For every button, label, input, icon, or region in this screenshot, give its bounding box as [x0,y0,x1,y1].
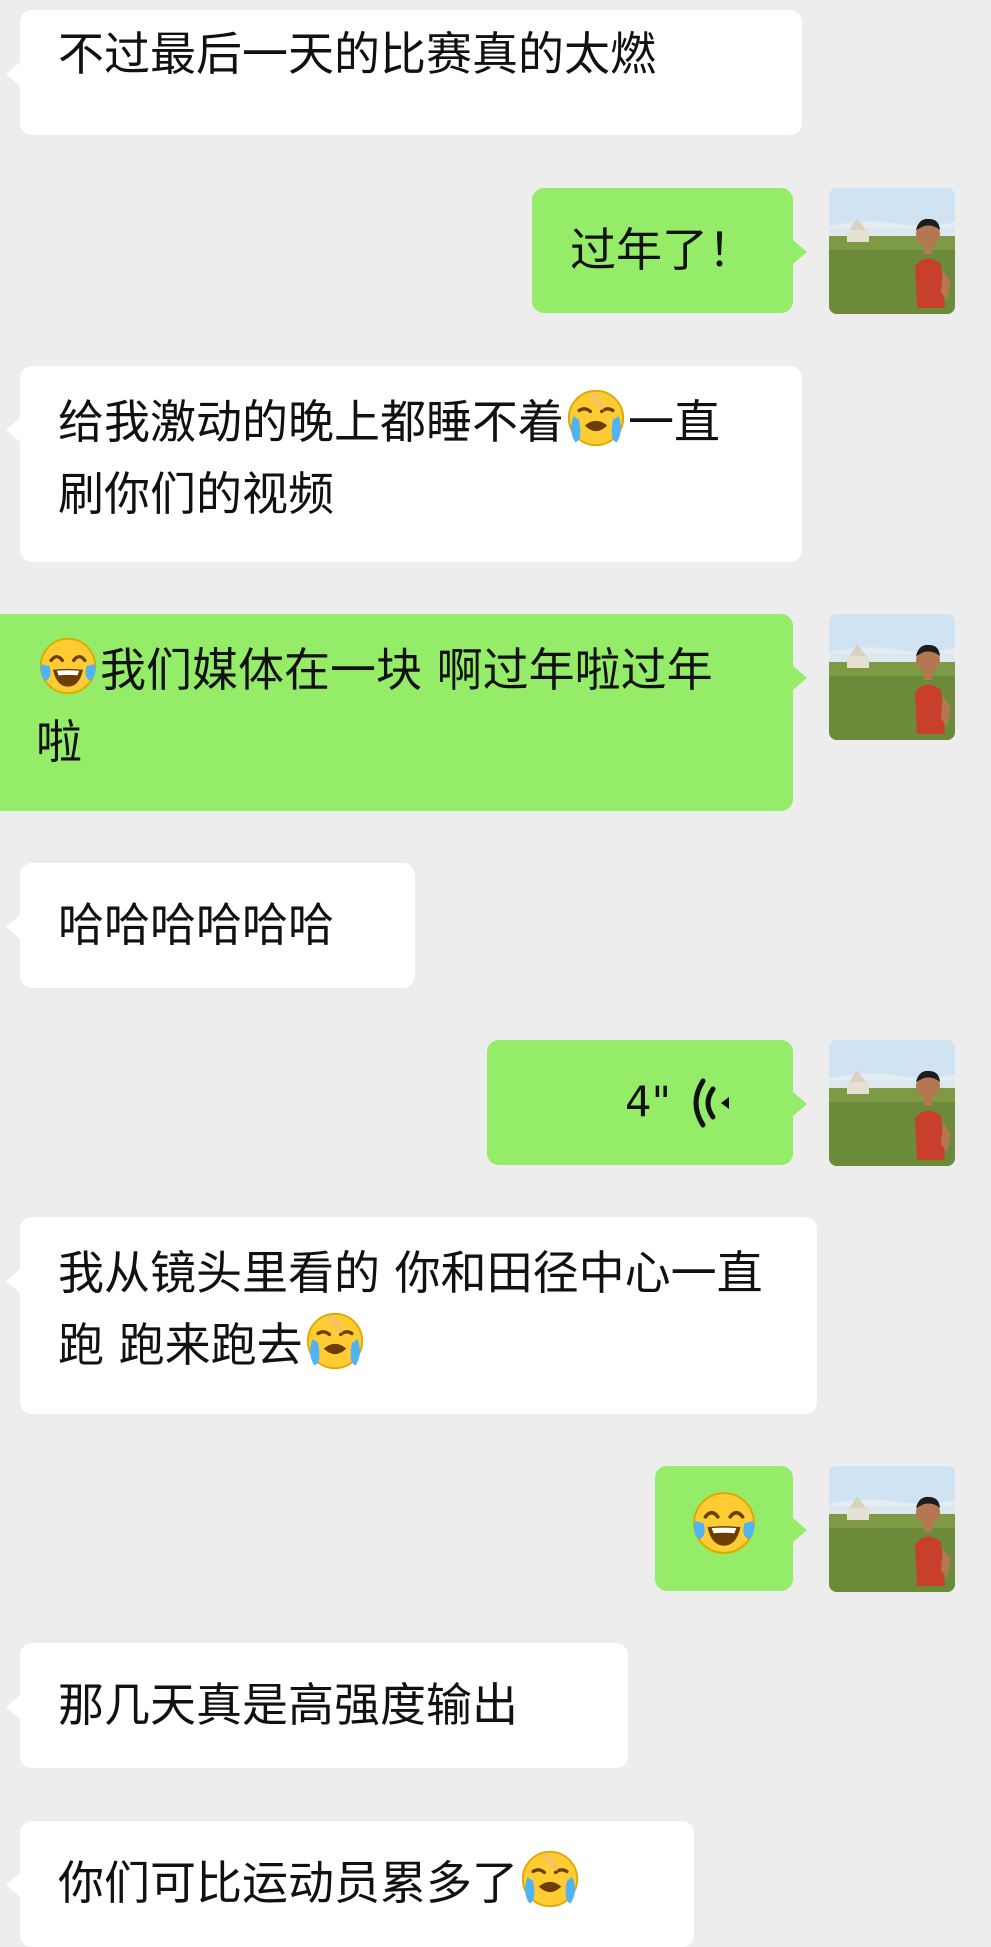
message-text: 你们可比运动员累多了 [58,1856,518,1910]
message-text: 过年了！ [570,223,754,277]
avatar[interactable] [829,614,955,740]
voice-message-bubble[interactable]: 4" [487,1040,807,1165]
avatar-photo-icon [829,188,955,314]
incoming-message-bubble[interactable]: 哈哈哈哈哈哈 [6,863,415,988]
message-text: 我从镜头里看的 你和田径中心一直跑 跑来跑去 [58,1246,763,1372]
loudly-crying-face-icon [566,388,626,448]
incoming-message-bubble[interactable]: 那几天真是高强度输出 [6,1643,628,1768]
message-text: 我们媒体在一块 啊过年啦过年啦 [36,643,713,769]
incoming-message-bubble[interactable]: 给我激动的晚上都睡不着 一直刷你们的视频 [6,366,802,562]
avatar-photo-icon [829,614,955,740]
incoming-message-bubble[interactable]: 你们可比运动员累多了 [6,1821,694,1947]
avatar[interactable] [829,1466,955,1592]
message-text: 不过最后一天的比赛真的太燃 [58,27,656,81]
message-text: 给我激动的晚上都睡不着 [58,395,564,449]
outgoing-message-bubble[interactable] [655,1466,807,1591]
message-text: 哈哈哈哈哈哈 [58,898,334,952]
loudly-crying-face-icon [520,1849,580,1909]
loudly-crying-face-icon [305,1311,365,1371]
avatar[interactable] [829,1040,955,1166]
tears-of-joy-icon [38,636,98,696]
tears-of-joy-icon [691,1490,757,1556]
voice-wave-icon [691,1075,741,1131]
outgoing-message-bubble[interactable]: 我们媒体在一块 啊过年啦过年啦 [0,614,807,811]
avatar[interactable] [829,188,955,314]
incoming-message-bubble[interactable]: 我从镜头里看的 你和田径中心一直跑 跑来跑去 [6,1217,817,1414]
avatar-photo-icon [829,1040,955,1166]
avatar-photo-icon [829,1466,955,1592]
incoming-message-bubble[interactable]: 不过最后一天的比赛真的太燃 [6,10,802,135]
voice-duration: 4" [624,1077,671,1126]
message-text: 那几天真是高强度输出 [58,1678,518,1732]
outgoing-message-bubble[interactable]: 过年了！ [532,188,807,313]
